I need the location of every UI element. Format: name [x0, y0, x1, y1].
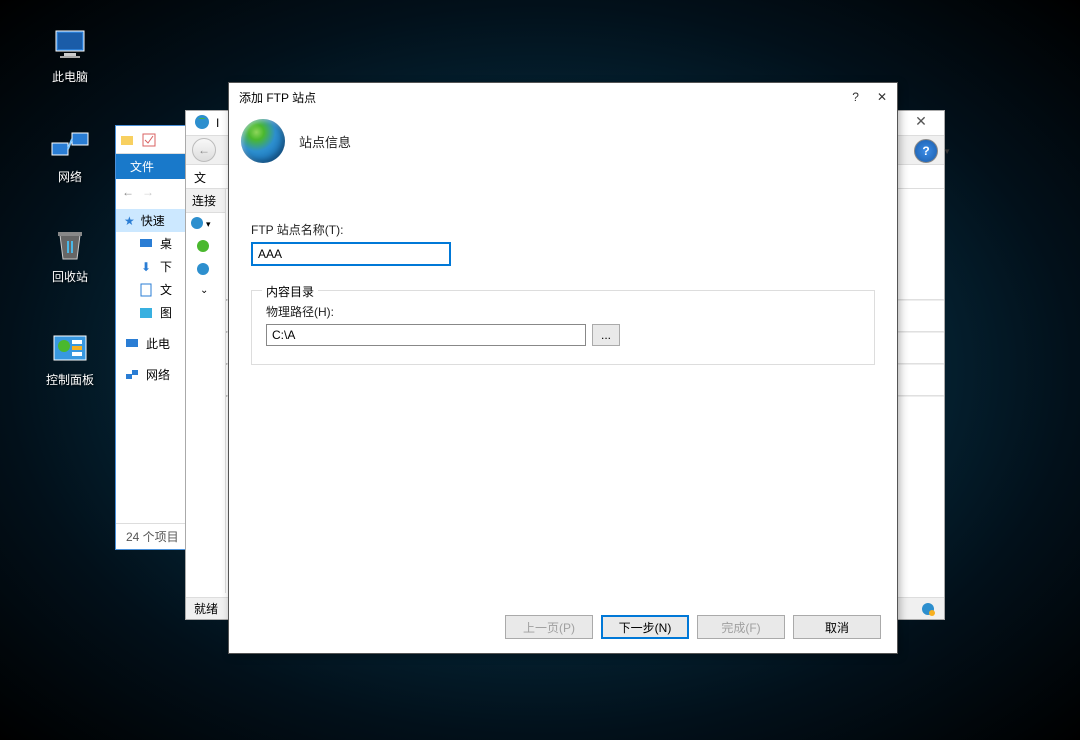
globe-icon: [241, 119, 285, 163]
iis-help-button[interactable]: ? ▼: [914, 139, 938, 163]
iis-title-text: I: [216, 116, 219, 130]
ftp-site-name-label: FTP 站点名称(T):: [251, 221, 875, 238]
iis-file-menu[interactable]: 文: [194, 171, 206, 185]
chevron-down-icon: ⌄: [200, 285, 208, 296]
iis-connections-header: 连接: [186, 189, 225, 213]
control-panel-icon: [50, 328, 90, 368]
document-icon: [138, 282, 154, 298]
ftp-site-name-input[interactable]: [251, 242, 451, 266]
ftp-physical-path-input[interactable]: [266, 324, 586, 346]
ftp-dialog-title: 添加 FTP 站点: [239, 89, 316, 106]
server-icon: [196, 262, 210, 279]
ftp-content-dir-legend: 内容目录: [262, 283, 318, 300]
ftp-cancel-button[interactable]: 取消: [793, 615, 881, 639]
iis-close-button[interactable]: ✕: [906, 113, 936, 130]
desktop-icon-this-pc[interactable]: 此电脑: [35, 25, 105, 85]
desktop-icon-label: 此电脑: [35, 68, 105, 85]
ftp-dialog-header: 站点信息: [229, 111, 897, 177]
back-arrow-icon: ←: [198, 143, 210, 157]
ftp-browse-button[interactable]: ...: [592, 324, 620, 346]
ftp-dialog-buttons: 上一页(P) 下一步(N) 完成(F) 取消: [505, 615, 881, 639]
ftp-prev-button: 上一页(P): [505, 615, 593, 639]
network-small-icon: [124, 367, 140, 383]
iis-status-text: 就绪: [194, 600, 218, 617]
iis-tree-root[interactable]: ▾: [186, 213, 225, 236]
ftp-next-button[interactable]: 下一步(N): [601, 615, 689, 639]
back-arrow-icon[interactable]: ←: [122, 185, 134, 199]
pictures-icon: [138, 305, 154, 321]
ftp-finish-button: 完成(F): [697, 615, 785, 639]
server-icon: [196, 239, 210, 256]
add-ftp-site-dialog: 添加 FTP 站点 ? ✕ 站点信息 FTP 站点名称(T): 内容目录 物理路…: [228, 82, 898, 654]
iis-tree-expand[interactable]: ⌄: [186, 282, 225, 299]
ftp-physical-path-label: 物理路径(H):: [266, 303, 860, 320]
desktop-icon-control-panel[interactable]: 控制面板: [35, 328, 105, 388]
ftp-close-button[interactable]: ✕: [877, 90, 887, 104]
ftp-dialog-titlebar[interactable]: 添加 FTP 站点 ? ✕: [229, 83, 897, 111]
ftp-dialog-subtitle: 站点信息: [299, 132, 351, 151]
desktop-icon-label: 回收站: [35, 268, 105, 285]
ftp-content-directory-group: 内容目录 物理路径(H): ...: [251, 290, 875, 365]
iis-globe-icon: [194, 114, 210, 133]
iis-tree-node[interactable]: [186, 236, 225, 259]
download-icon: ⬇: [138, 259, 154, 275]
network-icon: [50, 125, 90, 165]
iis-tree-node[interactable]: [186, 259, 225, 282]
help-icon: ?: [922, 144, 929, 158]
iis-back-button[interactable]: ←: [192, 138, 216, 162]
forward-arrow-icon[interactable]: →: [142, 185, 154, 199]
computer-small-icon: [124, 336, 140, 352]
iis-connections-panel: 连接 ▾ ⌄: [186, 189, 226, 593]
computer-icon: [50, 25, 90, 65]
iis-status-globe-icon: [920, 601, 936, 617]
ftp-help-button[interactable]: ?: [852, 90, 859, 104]
desktop-icon-recycle-bin[interactable]: 回收站: [35, 225, 105, 285]
desktop-icon-network[interactable]: 网络: [35, 125, 105, 185]
desktop-icon-label: 控制面板: [35, 371, 105, 388]
desktop-small-icon: [138, 236, 154, 252]
server-globe-icon: [190, 216, 204, 233]
folder-icon: [120, 133, 134, 147]
recycle-bin-icon: [50, 225, 90, 265]
checkbox-icon: [142, 133, 156, 147]
ftp-dialog-body: FTP 站点名称(T): 内容目录 物理路径(H): ...: [229, 177, 897, 369]
desktop-icon-label: 网络: [35, 168, 105, 185]
